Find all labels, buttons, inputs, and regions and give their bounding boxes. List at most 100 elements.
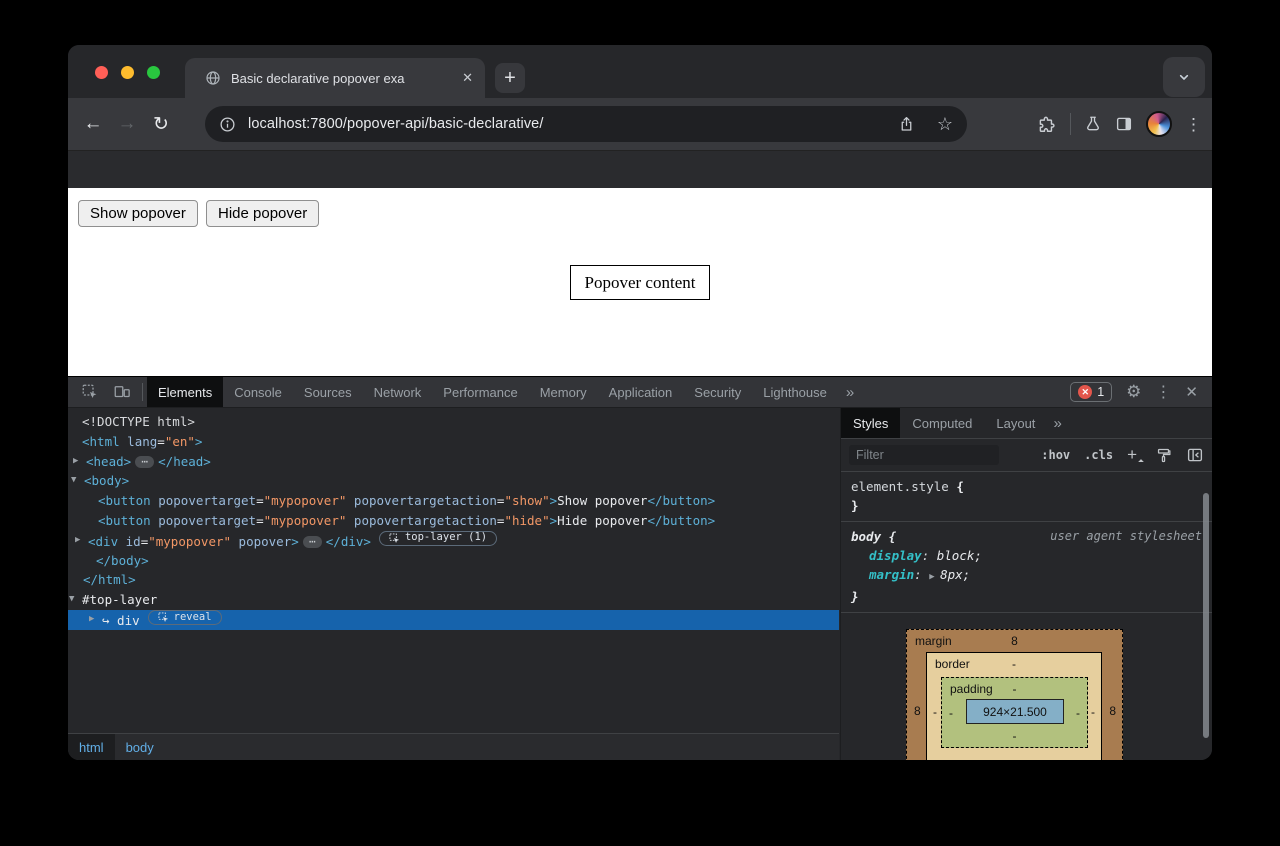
sidebar-more-tabs-icon[interactable]: » [1047, 415, 1067, 432]
devtools-tab-sources[interactable]: Sources [293, 377, 363, 407]
margin-left-value[interactable]: 8 [914, 704, 921, 718]
sidebar-tab-styles[interactable]: Styles [841, 408, 900, 438]
globe-favicon-icon [205, 70, 221, 86]
box-model-diagram[interactable]: margin 8 8 8 border - - - padding - - - [906, 629, 1126, 760]
browser-tab[interactable]: Basic declarative popover exa ✕ [185, 58, 485, 98]
tree-row[interactable]: ▶<div id="mypopover" popover>⋯</div>top-… [68, 531, 839, 551]
experiments-flask-icon[interactable] [1084, 115, 1102, 133]
toolbar-divider [1070, 113, 1071, 135]
new-style-rule-button[interactable]: + [1127, 445, 1141, 465]
css-property[interactable]: margin: ▶ 8px; [851, 565, 1202, 587]
toggle-sidebar-icon[interactable] [1186, 446, 1204, 464]
share-icon[interactable] [898, 115, 915, 133]
padding-right-value[interactable]: - [1076, 706, 1080, 720]
expand-arrow-icon[interactable]: ▶ [89, 610, 94, 630]
element-style-rule[interactable]: element.style { } [841, 472, 1212, 522]
devtools-tab-lighthouse[interactable]: Lighthouse [752, 377, 838, 407]
border-top-value[interactable]: - [927, 657, 1101, 671]
expand-arrow-icon[interactable]: ▼ [69, 590, 74, 610]
breadcrumb-item-body[interactable]: body [115, 734, 165, 760]
box-model-padding[interactable]: padding - - - - 924×21.500 [941, 677, 1088, 748]
more-tabs-icon[interactable]: » [838, 384, 862, 401]
back-button[interactable]: ← [76, 113, 110, 135]
browser-window: Basic declarative popover exa ✕ + ← → ↻ … [68, 45, 1212, 760]
sidebar-tab-layout[interactable]: Layout [984, 408, 1047, 438]
box-model-border[interactable]: border - - - padding - - - - 924×21.500 [926, 652, 1102, 760]
expand-arrow-icon[interactable]: ▶ [73, 452, 78, 472]
ellipsis-button[interactable]: ⋯ [303, 536, 322, 548]
box-model-content[interactable]: 924×21.500 [966, 699, 1064, 724]
settings-gear-icon[interactable]: ⚙ [1126, 382, 1141, 402]
tree-row[interactable]: </html> [68, 570, 839, 590]
border-right-value[interactable]: - [1091, 705, 1095, 719]
new-tab-button[interactable]: + [495, 63, 525, 93]
devtools-tab-memory[interactable]: Memory [529, 377, 598, 407]
border-left-value[interactable]: - [933, 705, 937, 719]
forward-button[interactable]: → [110, 113, 144, 135]
device-toolbar-icon[interactable] [106, 383, 138, 401]
inspect-element-icon[interactable] [74, 383, 106, 401]
devtools-menu-icon[interactable]: ⋮ [1155, 382, 1171, 402]
devtools-panel: ElementsConsoleSourcesNetworkPerformance… [68, 376, 1212, 760]
devtools-tab-console[interactable]: Console [223, 377, 293, 407]
browser-menu-icon[interactable]: ⋮ [1185, 116, 1202, 133]
side-panel-icon[interactable] [1115, 115, 1133, 133]
sidebar-tab-computed[interactable]: Computed [900, 408, 984, 438]
hide-popover-button[interactable]: Hide popover [206, 200, 319, 227]
breadcrumb-item-html[interactable]: html [68, 734, 115, 760]
tab-close-icon[interactable]: ✕ [462, 70, 473, 86]
toolbar-lower-strip [68, 150, 1212, 188]
styles-toolbar: Filter :hov .cls + [841, 439, 1212, 472]
tree-row[interactable]: </body> [68, 551, 839, 571]
bookmark-star-icon[interactable]: ☆ [937, 115, 953, 133]
site-info-icon[interactable] [219, 116, 236, 133]
toggle-hover-button[interactable]: :hov [1041, 448, 1070, 462]
tree-row[interactable]: ▼<body> [68, 471, 839, 491]
devtools-tab-performance[interactable]: Performance [432, 377, 528, 407]
error-count-badge[interactable]: ✕ 1 [1070, 382, 1112, 402]
margin-right-value[interactable]: 8 [1109, 704, 1116, 718]
rendering-brush-icon[interactable] [1155, 447, 1172, 464]
styles-scrollbar[interactable] [1203, 493, 1209, 738]
expand-shorthand-icon[interactable]: ▶ [929, 572, 940, 582]
stylesheet-origin: user agent stylesheet [1050, 527, 1202, 546]
tab-search-button[interactable] [1163, 57, 1205, 97]
body-style-rule[interactable]: body { user agent stylesheet display: bl… [841, 522, 1212, 613]
extensions-icon[interactable] [1038, 115, 1057, 134]
box-model-margin[interactable]: margin 8 8 8 border - - - padding - - - [906, 629, 1123, 760]
page-viewport: Show popover Hide popover Popover conten… [68, 188, 1212, 376]
show-popover-button[interactable]: Show popover [78, 200, 198, 227]
dom-tree: <!DOCTYPE html><html lang="en">▶<head>⋯<… [68, 408, 839, 733]
tree-row[interactable]: <button popovertarget="mypopover" popove… [68, 491, 839, 511]
address-bar[interactable]: localhost:7800/popover-api/basic-declara… [205, 106, 967, 142]
reveal-badge[interactable]: reveal [148, 610, 222, 625]
css-props: display: block;margin: ▶ 8px; [851, 546, 1202, 587]
devtools-tab-security[interactable]: Security [683, 377, 752, 407]
expand-arrow-icon[interactable]: ▼ [71, 471, 76, 491]
toggle-class-button[interactable]: .cls [1084, 448, 1113, 462]
padding-top-value[interactable]: - [942, 682, 1087, 696]
profile-avatar[interactable] [1146, 111, 1172, 137]
tree-row[interactable]: <!DOCTYPE html> [68, 412, 839, 432]
devtools-tab-application[interactable]: Application [598, 377, 684, 407]
styles-filter-input[interactable]: Filter [849, 445, 999, 465]
css-property[interactable]: display: block; [851, 546, 1202, 565]
close-window-button[interactable] [95, 66, 108, 79]
tree-row[interactable]: ▶<head>⋯</head> [68, 452, 839, 472]
margin-top-value[interactable]: 8 [907, 634, 1122, 648]
padding-left-value[interactable]: - [949, 706, 953, 720]
expand-arrow-icon[interactable]: ▶ [75, 531, 80, 551]
ellipsis-button[interactable]: ⋯ [135, 456, 154, 468]
minimize-window-button[interactable] [121, 66, 134, 79]
devtools-close-icon[interactable]: ✕ [1185, 383, 1198, 401]
top-layer-badge[interactable]: top-layer (1) [379, 531, 497, 546]
devtools-tab-network[interactable]: Network [363, 377, 433, 407]
devtools-tab-elements[interactable]: Elements [147, 377, 223, 407]
maximize-window-button[interactable] [147, 66, 160, 79]
padding-bottom-value[interactable]: - [942, 729, 1087, 743]
tree-row[interactable]: ▶↪ divreveal [68, 610, 839, 630]
reload-button[interactable]: ↻ [144, 113, 178, 136]
devtools-tabs: ElementsConsoleSourcesNetworkPerformance… [147, 377, 838, 407]
tree-row[interactable]: <html lang="en"> [68, 432, 839, 452]
url-text[interactable]: localhost:7800/popover-api/basic-declara… [248, 116, 543, 132]
